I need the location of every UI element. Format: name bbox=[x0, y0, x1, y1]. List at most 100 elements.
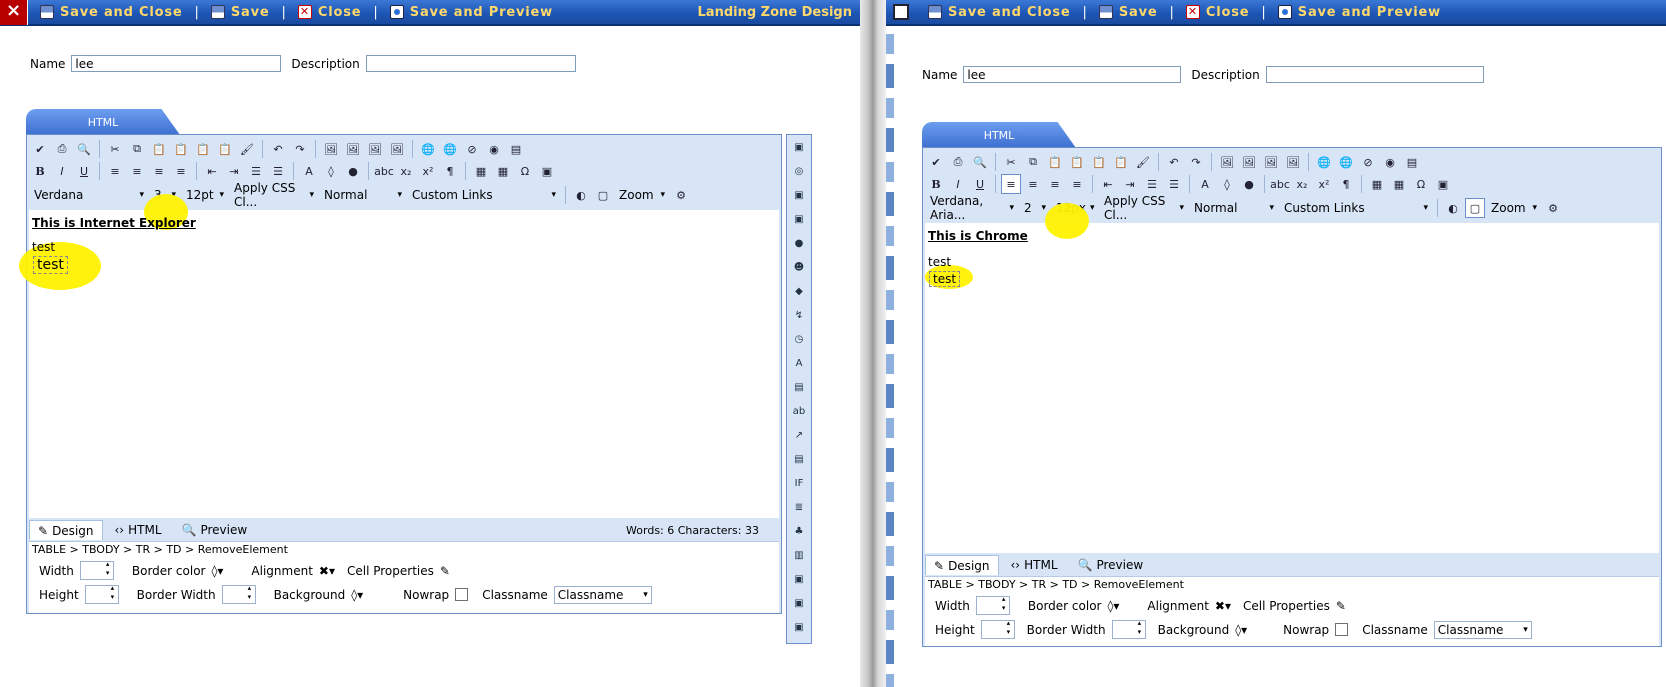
preview-mode-tab[interactable]: 🔍 Preview bbox=[1070, 555, 1152, 575]
alignment-picker[interactable]: ✖▾ bbox=[319, 564, 335, 578]
hyperlink-icon[interactable]: 🌐 bbox=[1314, 152, 1334, 172]
strikethrough-icon[interactable]: abc bbox=[1270, 174, 1290, 194]
format-stripper-icon[interactable]: 🖌 bbox=[237, 139, 257, 159]
symbol-icon[interactable]: ⊘ bbox=[1358, 152, 1378, 172]
template-icon[interactable]: ▤ bbox=[1402, 152, 1422, 172]
align-left-icon[interactable]: ≡ bbox=[105, 161, 125, 181]
tab-html[interactable]: HTML bbox=[26, 109, 180, 135]
side-tool-16-icon[interactable]: ≣ bbox=[789, 497, 809, 517]
side-tool-2-icon[interactable]: ◎ bbox=[789, 161, 809, 181]
side-tool-19-icon[interactable]: ▣ bbox=[789, 569, 809, 589]
outdent-icon[interactable]: ⇤ bbox=[202, 161, 222, 181]
tools-icon[interactable]: ⚙ bbox=[1543, 198, 1563, 218]
save-and-preview-button[interactable]: Save and Preview bbox=[1266, 0, 1453, 25]
editor-content[interactable]: This is Chrome test test bbox=[925, 203, 1659, 553]
cut-icon[interactable]: ✂ bbox=[105, 139, 125, 159]
apply-css-dropdown[interactable]: Apply CSS Cl... bbox=[230, 181, 318, 209]
custom-links-dropdown[interactable]: Custom Links bbox=[408, 185, 560, 205]
side-tool-17-icon[interactable]: ♣ bbox=[789, 521, 809, 541]
copy-icon[interactable]: ⧉ bbox=[127, 139, 147, 159]
find-icon[interactable]: 🔍 bbox=[970, 152, 990, 172]
align-right-icon[interactable]: ≡ bbox=[149, 161, 169, 181]
tab-html[interactable]: HTML bbox=[922, 122, 1076, 148]
tools-icon[interactable]: ⚙ bbox=[671, 185, 691, 205]
name-field[interactable] bbox=[963, 66, 1182, 83]
copy-icon[interactable]: ⧉ bbox=[1023, 152, 1043, 172]
back-color-icon[interactable]: ◊ bbox=[1217, 174, 1237, 194]
image-manager-icon[interactable]: 🖼 bbox=[1217, 152, 1237, 172]
side-tool-11-icon[interactable]: ▤ bbox=[789, 377, 809, 397]
superscript-icon[interactable]: x² bbox=[1314, 174, 1334, 194]
subscript-icon[interactable]: x₂ bbox=[1292, 174, 1312, 194]
font-name-dropdown[interactable]: Verdana, Aria... bbox=[926, 194, 1018, 222]
save-button[interactable]: Save bbox=[199, 0, 282, 25]
save-and-close-button[interactable]: Save and Close bbox=[916, 0, 1083, 25]
align-center-icon[interactable]: ≡ bbox=[127, 161, 147, 181]
fore-color-icon[interactable]: A bbox=[1195, 174, 1215, 194]
custom-links-dropdown[interactable]: Custom Links bbox=[1280, 198, 1432, 218]
width-stepper[interactable] bbox=[79, 560, 114, 580]
side-tool-20-icon[interactable]: ▣ bbox=[789, 593, 809, 613]
superscript-icon[interactable]: x² bbox=[418, 161, 438, 181]
real-font-size-dropdown[interactable]: 12pt bbox=[182, 185, 228, 205]
print-icon[interactable]: ⎙ bbox=[948, 152, 968, 172]
save-and-close-button[interactable]: Save and Close bbox=[28, 0, 195, 25]
side-tool-15-icon[interactable]: IF bbox=[789, 473, 809, 493]
nowrap-checkbox[interactable] bbox=[455, 588, 469, 601]
numbered-list-icon[interactable]: ☰ bbox=[246, 161, 266, 181]
side-tool-8-icon[interactable]: ↯ bbox=[789, 305, 809, 325]
paste-word-icon[interactable]: 📋 bbox=[193, 139, 213, 159]
undo-icon[interactable]: ↶ bbox=[268, 139, 288, 159]
window-close-icon[interactable]: × bbox=[0, 0, 28, 25]
background-picker[interactable]: ◊▾ bbox=[351, 588, 363, 602]
toggle-border-icon[interactable]: ▢ bbox=[1465, 198, 1485, 218]
close-button[interactable]: ✕ Close bbox=[286, 0, 373, 25]
toggle-border-icon[interactable]: ▢ bbox=[593, 185, 613, 205]
side-tool-7-icon[interactable]: ◆ bbox=[789, 281, 809, 301]
side-tool-9-icon[interactable]: ◷ bbox=[789, 329, 809, 349]
paragraph-icon[interactable]: ¶ bbox=[1336, 174, 1356, 194]
paste-html-icon[interactable]: 📋 bbox=[1111, 152, 1131, 172]
table-props-icon[interactable]: ▦ bbox=[1389, 174, 1409, 194]
subscript-icon[interactable]: x₂ bbox=[396, 161, 416, 181]
color-picker-icon[interactable]: ● bbox=[1239, 174, 1259, 194]
symbol-icon[interactable]: ⊘ bbox=[462, 139, 482, 159]
redo-icon[interactable]: ↷ bbox=[1186, 152, 1206, 172]
side-tool-10-icon[interactable]: A bbox=[789, 353, 809, 373]
underline-icon[interactable]: U bbox=[74, 161, 94, 181]
unlink-icon[interactable]: 🌐 bbox=[440, 139, 460, 159]
side-tool-3-icon[interactable]: ▣ bbox=[789, 185, 809, 205]
side-tool-5-icon[interactable]: ● bbox=[789, 233, 809, 253]
paragraph-style-dropdown[interactable]: Normal bbox=[1190, 198, 1278, 218]
height-stepper[interactable] bbox=[84, 584, 119, 604]
background-picker[interactable]: ◊▾ bbox=[1235, 623, 1247, 637]
format-stripper-icon[interactable]: 🖌 bbox=[1133, 152, 1153, 172]
editor-content[interactable]: This is Internet Explorer test test bbox=[19, 194, 779, 518]
outdent-icon[interactable]: ⇤ bbox=[1098, 174, 1118, 194]
italic-icon[interactable]: I bbox=[948, 174, 968, 194]
indent-icon[interactable]: ⇥ bbox=[1120, 174, 1140, 194]
unlink-icon[interactable]: 🌐 bbox=[1336, 152, 1356, 172]
bold-icon[interactable]: B bbox=[926, 174, 946, 194]
css-class-icon[interactable]: ◐ bbox=[1443, 198, 1463, 218]
insert-table-icon[interactable]: ▦ bbox=[1367, 174, 1387, 194]
align-left-icon[interactable]: ≡ bbox=[1001, 174, 1021, 194]
width-stepper[interactable] bbox=[975, 595, 1010, 615]
image-manager-icon[interactable]: 🖼 bbox=[321, 139, 341, 159]
undo-icon[interactable]: ↶ bbox=[1164, 152, 1184, 172]
border-width-stepper[interactable] bbox=[221, 584, 256, 604]
classname-dropdown[interactable]: Classname bbox=[1433, 620, 1532, 639]
back-color-icon[interactable]: ◊ bbox=[321, 161, 341, 181]
spellcheck-icon[interactable]: ✔ bbox=[926, 152, 946, 172]
redo-icon[interactable]: ↷ bbox=[290, 139, 310, 159]
zoom-dropdown[interactable]: Zoom bbox=[1487, 198, 1541, 218]
close-button[interactable]: ✕ Close bbox=[1174, 0, 1261, 25]
bold-icon[interactable]: B bbox=[30, 161, 50, 181]
find-icon[interactable]: 🔍 bbox=[74, 139, 94, 159]
zoom-dropdown[interactable]: Zoom bbox=[615, 185, 669, 205]
bullet-list-icon[interactable]: ☰ bbox=[1164, 174, 1184, 194]
image-map-icon[interactable]: 🖼 bbox=[1239, 152, 1259, 172]
html-mode-tab[interactable]: ‹› HTML bbox=[107, 520, 170, 540]
font-name-dropdown[interactable]: Verdana bbox=[30, 185, 148, 205]
cut-icon[interactable]: ✂ bbox=[1001, 152, 1021, 172]
